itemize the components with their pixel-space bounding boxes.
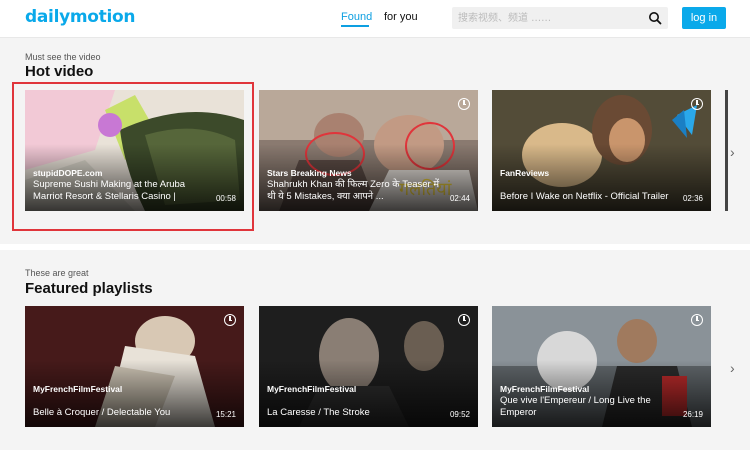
- top-header: dailymotion Found for you log in: [0, 0, 750, 38]
- playlist-card[interactable]: MyFrenchFilmFestival Belle à Croquer / D…: [25, 306, 244, 427]
- playlists-eyebrow: These are great: [25, 268, 89, 278]
- card-duration: 02:36: [682, 194, 703, 203]
- card-duration: 02:44: [449, 194, 470, 203]
- card-channel[interactable]: FanReviews: [500, 168, 549, 178]
- clock-icon[interactable]: [224, 314, 236, 326]
- card-title[interactable]: Belle à Croquer / Delectable You: [33, 407, 208, 419]
- card-channel[interactable]: Stars Breaking News: [267, 168, 352, 178]
- dailymotion-logo[interactable]: dailymotion: [25, 7, 136, 27]
- card-duration: 26:19: [682, 410, 703, 419]
- card-channel[interactable]: MyFrenchFilmFestival: [500, 384, 589, 394]
- chevron-right-icon[interactable]: ›: [730, 144, 735, 160]
- chevron-right-icon[interactable]: ›: [730, 360, 735, 376]
- card-duration: 09:52: [449, 410, 470, 419]
- section-divider: [0, 244, 750, 250]
- nav-found-link[interactable]: Found: [341, 11, 372, 23]
- annotation-highlight-box: [12, 82, 254, 231]
- clock-icon[interactable]: [458, 314, 470, 326]
- login-button[interactable]: log in: [682, 7, 726, 29]
- clock-icon[interactable]: [691, 314, 703, 326]
- card-title[interactable]: Before I Wake on Netflix - Official Trai…: [500, 191, 675, 203]
- playlist-card[interactable]: MyFrenchFilmFestival Que vive l'Empereur…: [492, 306, 711, 427]
- card-title[interactable]: Que vive l'Empereur / Long Live the Empe…: [500, 395, 675, 419]
- playlist-card[interactable]: MyFrenchFilmFestival La Caresse / The St…: [259, 306, 478, 427]
- search-input[interactable]: [458, 7, 638, 29]
- playlists-section-title: Featured playlists: [25, 280, 153, 297]
- clock-icon[interactable]: [691, 98, 703, 110]
- card-title[interactable]: La Caresse / The Stroke: [267, 407, 442, 419]
- card-title[interactable]: Shahrukh Khan की फिल्म Zero के Teaser मे…: [267, 179, 442, 203]
- active-tab-underline: [341, 25, 369, 27]
- next-card-peek: [725, 90, 728, 211]
- card-channel[interactable]: MyFrenchFilmFestival: [33, 384, 122, 394]
- card-channel[interactable]: MyFrenchFilmFestival: [267, 384, 356, 394]
- hot-eyebrow: Must see the video: [25, 52, 101, 62]
- nav-for-you-link[interactable]: for you: [384, 11, 418, 23]
- card-duration: 15:21: [215, 410, 236, 419]
- video-card[interactable]: गलतियां Stars Breaking News Shahrukh Kha…: [259, 90, 478, 211]
- search-icon[interactable]: [648, 11, 662, 25]
- hot-section-title: Hot video: [25, 63, 94, 80]
- clock-icon[interactable]: [458, 98, 470, 110]
- video-card[interactable]: FanReviews Before I Wake on Netflix - Of…: [492, 90, 711, 211]
- search-box: [452, 7, 668, 29]
